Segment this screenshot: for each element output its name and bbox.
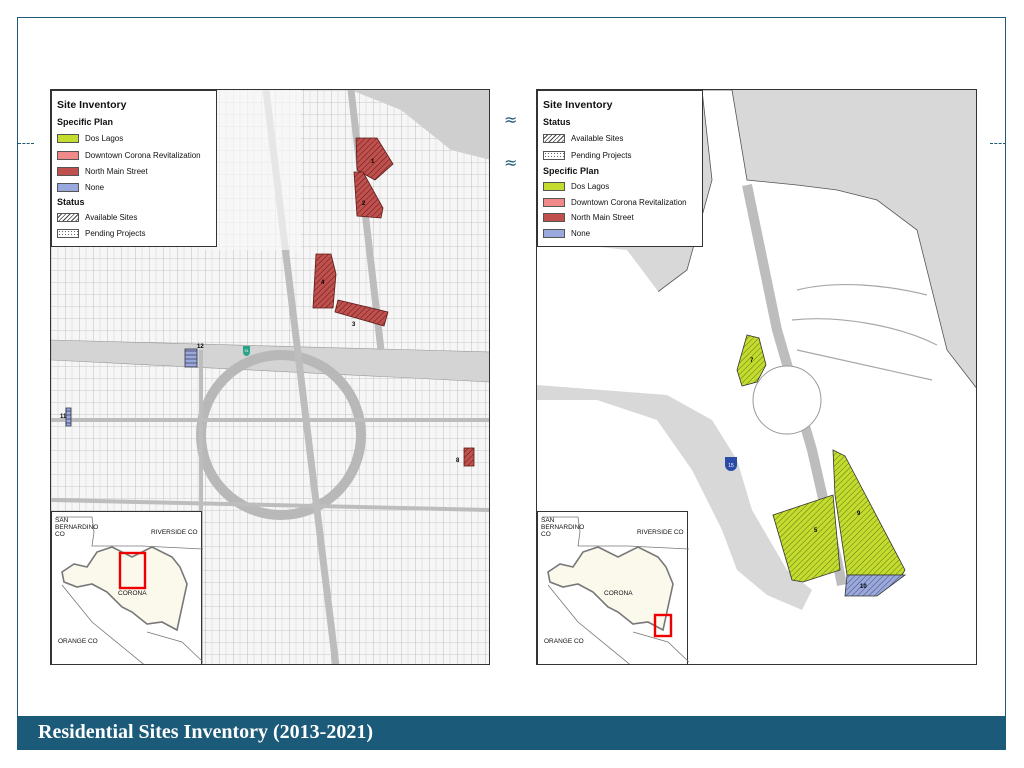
legend-item-pending: Pending Projects — [543, 150, 631, 161]
legend-item-downtown: Downtown Corona Revitalization — [543, 197, 687, 208]
legend-item-dos-lagos: Dos Lagos — [57, 133, 123, 144]
legend-specific-plan-heading: Specific Plan — [57, 117, 114, 127]
legend-status-heading: Status — [57, 197, 85, 207]
legend-item-downtown: Downtown Corona Revitalization — [57, 150, 201, 161]
legend-title: Site Inventory — [543, 99, 613, 111]
legend-status-heading: Status — [543, 117, 571, 127]
site-11-parcel[interactable] — [65, 407, 72, 427]
footer-banner: Residential Sites Inventory (2013-2021) — [18, 716, 1006, 750]
route-91-label: 91 — [245, 349, 249, 353]
left-legend: Site Inventory Specific Plan Dos Lagos D… — [51, 90, 217, 247]
left-dash-mark — [18, 143, 34, 144]
site-4-parcel[interactable] — [312, 253, 337, 309]
legend-item-available: Available Sites — [543, 133, 623, 144]
legend-specific-plan-heading: Specific Plan — [543, 166, 600, 176]
right-locator-inset: SAN BERNARDINO CO RIVERSIDE CO CORONA OR… — [537, 511, 689, 664]
left-map[interactable]: 91 1 2 3 4 8 11 12 Site Inventory Specif… — [50, 89, 490, 665]
legend-title: Site Inventory — [57, 99, 127, 111]
right-dash-mark — [990, 143, 1006, 144]
right-map[interactable]: 15 7 9 5 10 Site Inventory Status Availa… — [536, 89, 977, 665]
site-12-parcel[interactable] — [184, 348, 198, 368]
legend-item-pending: Pending Projects — [57, 228, 145, 239]
site-8-parcel[interactable] — [463, 447, 475, 467]
paren-mark-bottom: ≈ — [504, 153, 518, 172]
legend-item-dos-lagos: Dos Lagos — [543, 181, 609, 192]
interstate-15-label: 15 — [728, 463, 734, 469]
legend-item-none: None — [543, 228, 590, 239]
legend-item-none: None — [57, 182, 104, 193]
site-10-label: 10 — [860, 584, 867, 590]
site-12-label: 12 — [197, 344, 204, 350]
legend-item-north-main: North Main Street — [543, 212, 634, 223]
left-locator-inset: SAN BERNARDINO CO RIVERSIDE CO CORONA OR… — [51, 511, 203, 664]
site-11-label: 11 — [60, 414, 67, 420]
right-legend: Site Inventory Status Available Sites Pe… — [537, 90, 703, 247]
paren-mark-top: ≈ — [504, 110, 518, 129]
legend-item-available: Available Sites — [57, 212, 137, 223]
legend-item-north-main: North Main Street — [57, 166, 148, 177]
slide-title: Residential Sites Inventory (2013-2021) — [38, 721, 373, 743]
